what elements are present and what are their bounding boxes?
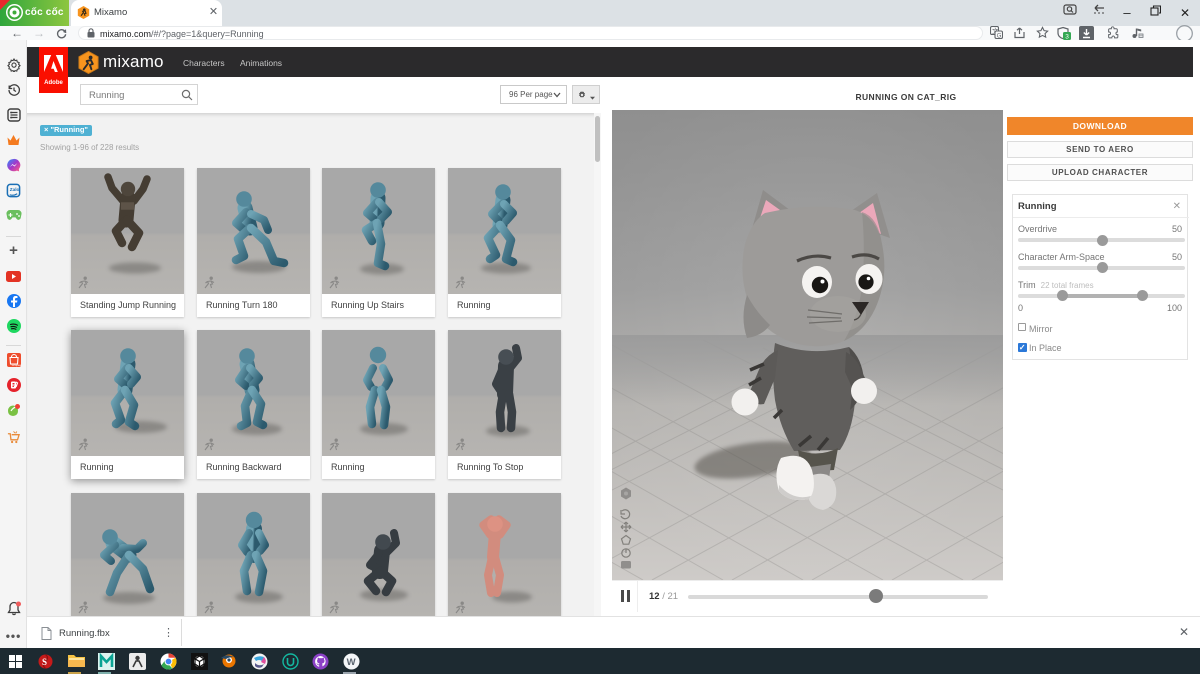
svg-text:Shopee: Shopee — [11, 363, 21, 367]
svg-text:W: W — [346, 657, 355, 668]
svg-text:G: G — [996, 33, 1001, 39]
svg-text:3: 3 — [1065, 33, 1069, 40]
svg-text:Zalo: Zalo — [10, 186, 20, 191]
svg-text:S: S — [42, 657, 47, 667]
